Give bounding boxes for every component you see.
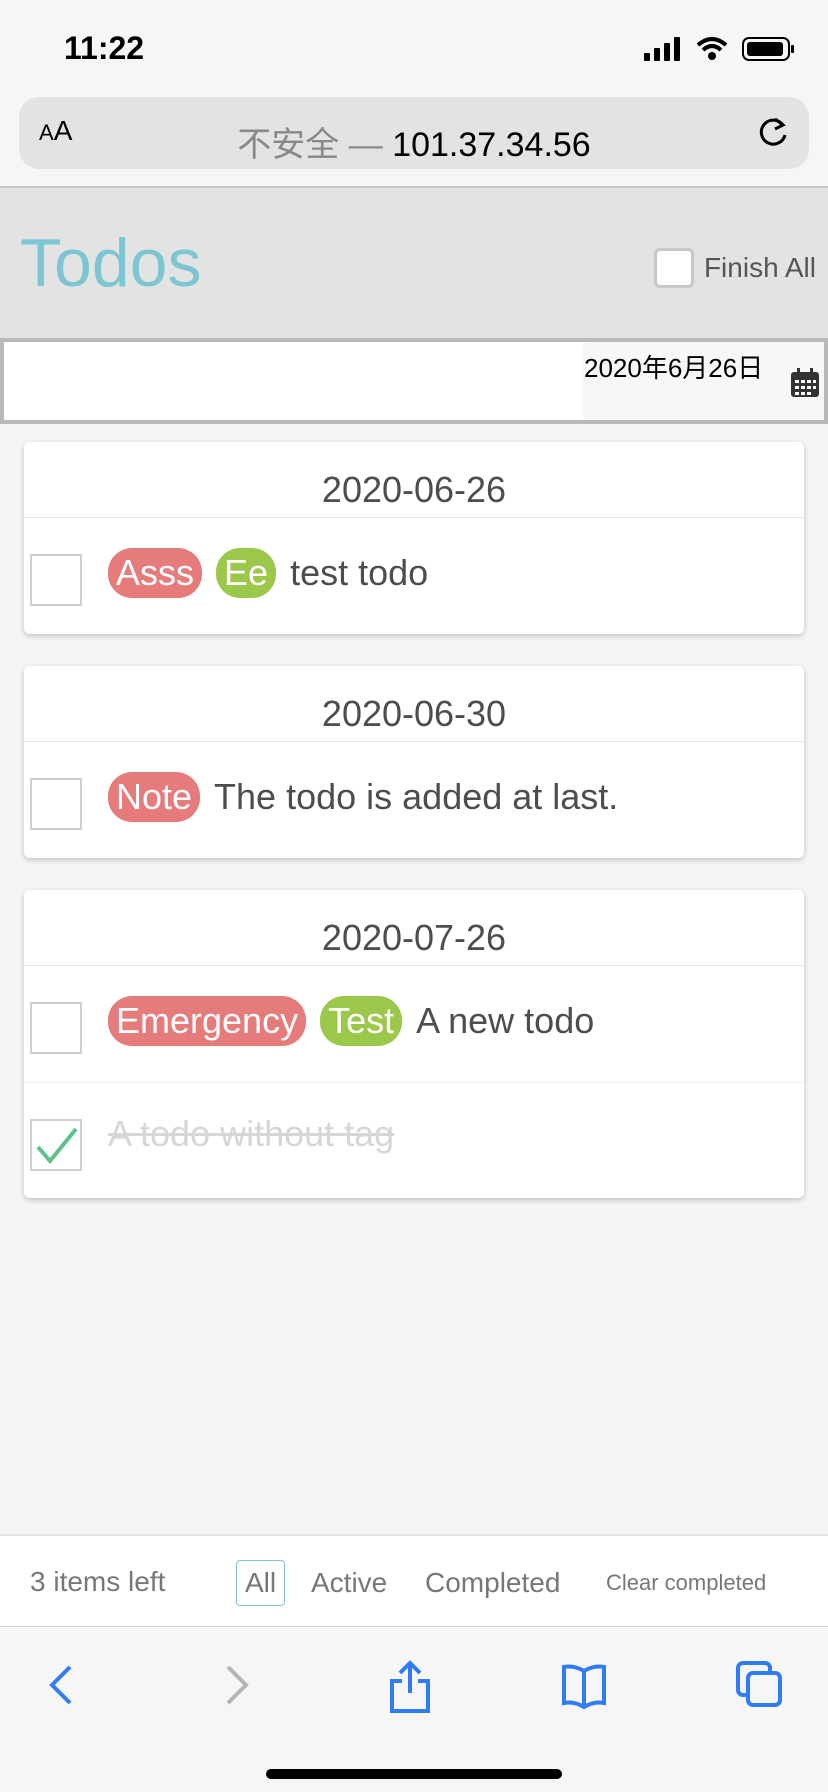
- todo-item: Asss Ee test todo: [24, 518, 804, 634]
- battery-icon: [742, 37, 794, 61]
- todo-item: Emergency Test A new todo: [24, 966, 804, 1082]
- wifi-icon: [696, 37, 728, 60]
- filter-active[interactable]: Active: [302, 1560, 396, 1606]
- status-bar: 11:22: [0, 0, 828, 90]
- share-icon[interactable]: [386, 1659, 434, 1715]
- new-todo-input[interactable]: [4, 342, 574, 420]
- bookmarks-icon[interactable]: [560, 1659, 608, 1711]
- status-time: 11:22: [64, 30, 145, 66]
- clear-completed-button[interactable]: Clear completed: [606, 1570, 766, 1596]
- home-indicator: [266, 1769, 562, 1779]
- filter-completed[interactable]: Completed: [416, 1560, 569, 1606]
- finish-all-label: Finish All: [703, 252, 816, 283]
- browser-toolbar: [0, 1626, 828, 1792]
- page-title: Todos: [20, 225, 202, 301]
- insecure-label: 不安全 —: [237, 126, 393, 164]
- todo-checkbox-checked[interactable]: [30, 1119, 82, 1171]
- todo-group-card: 2020-06-26 Asss Ee test todo: [24, 442, 804, 634]
- todo-text[interactable]: A todo without tag: [108, 1113, 394, 1155]
- checkmark-icon: [36, 1127, 78, 1165]
- tag-badge[interactable]: Emergency: [108, 996, 307, 1046]
- date-picker[interactable]: 2020年6月26日: [582, 342, 824, 420]
- finish-all-toggle[interactable]: Finish All: [653, 248, 816, 288]
- status-icons: [644, 36, 796, 62]
- todo-text[interactable]: A new todo: [416, 1000, 594, 1042]
- todo-item-completed: A todo without tag: [24, 1082, 804, 1198]
- todo-text[interactable]: The todo is added at last.: [214, 776, 618, 818]
- todo-checkbox[interactable]: [30, 778, 82, 830]
- filter-all[interactable]: All: [236, 1560, 286, 1606]
- url-host: 101.37.34.56: [392, 126, 591, 164]
- todo-group-card: 2020-07-26 Emergency Test A new todo A t…: [24, 890, 804, 1198]
- back-icon[interactable]: [44, 1659, 80, 1711]
- calendar-icon[interactable]: [790, 368, 820, 398]
- browser-address-area: AA 不安全 — 101.37.34.56: [0, 90, 828, 188]
- reload-icon[interactable]: [755, 115, 791, 151]
- tabs-icon[interactable]: [734, 1659, 784, 1711]
- todo-checkbox[interactable]: [30, 1002, 82, 1054]
- app-header: Todos Finish All: [0, 188, 828, 338]
- tag-badge[interactable]: Ee: [216, 548, 277, 598]
- group-date: 2020-06-30: [24, 666, 804, 742]
- group-date: 2020-06-26: [24, 442, 804, 518]
- new-todo-row: 2020年6月26日: [0, 338, 828, 424]
- todo-group-card: 2020-06-30 Note The todo is added at las…: [24, 666, 804, 858]
- cellular-signal-icon: [644, 37, 680, 61]
- finish-all-checkbox[interactable]: [653, 248, 694, 288]
- address-bar[interactable]: AA 不安全 — 101.37.34.56: [19, 97, 809, 169]
- date-value: 2020年6月26日: [584, 353, 764, 383]
- todo-text[interactable]: test todo: [290, 552, 428, 594]
- todo-footer: 3 items left All Active Completed Clear …: [0, 1534, 828, 1626]
- url-text[interactable]: 不安全 — 101.37.34.56: [19, 117, 809, 166]
- tag-badge[interactable]: Note: [108, 772, 201, 822]
- todo-checkbox[interactable]: [30, 554, 82, 606]
- group-date: 2020-07-26: [24, 890, 804, 966]
- todo-item: Note The todo is added at last.: [24, 742, 804, 858]
- tag-badge[interactable]: Asss: [108, 548, 203, 598]
- forward-icon[interactable]: [218, 1659, 254, 1711]
- tag-badge[interactable]: Test: [320, 996, 403, 1046]
- items-left-count: 3 items left: [30, 1566, 166, 1597]
